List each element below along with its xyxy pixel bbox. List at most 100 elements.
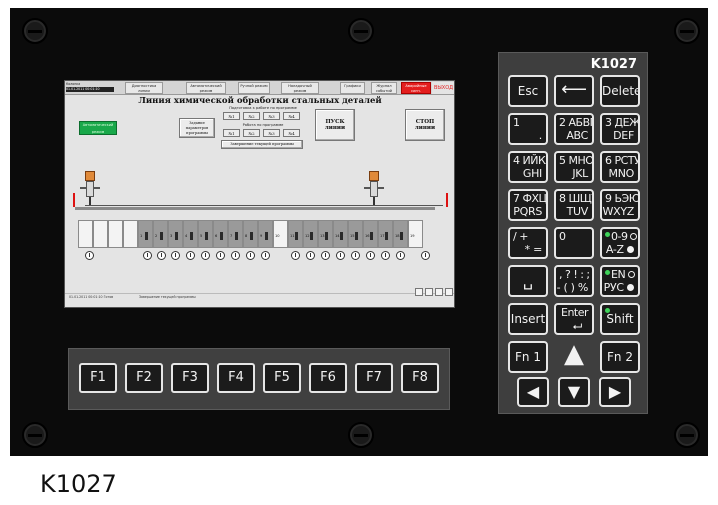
operator-key[interactable]: / + * = <box>508 227 548 259</box>
insert-label: Insert <box>510 312 546 326</box>
fn2-label: Fn 2 <box>607 350 633 364</box>
operator-panel: Колонка 01.01.2011 00:01:10 Диагностика … <box>10 8 708 456</box>
punctuation-key[interactable]: , ? ! : ; - ( ) % <box>554 265 594 297</box>
screw-icon <box>22 18 48 44</box>
status-line1: Колонка <box>66 82 81 86</box>
language-key[interactable]: EN РУС <box>600 265 640 297</box>
screen-icon-2[interactable] <box>425 288 433 296</box>
tank-11[interactable]: 11 <box>288 220 303 248</box>
tank-1[interactable]: 1 <box>138 220 153 248</box>
tank-3[interactable]: 3 <box>168 220 183 248</box>
tank-14[interactable]: 14 <box>333 220 348 248</box>
keypad-panel: K1027 Esc ⟵ Delete 1. 2 АБВГABC 3 ДЕЖЗDE… <box>498 52 648 414</box>
tank-18[interactable]: 18 <box>393 220 408 248</box>
key-9-bottom: WXYZ <box>602 205 635 218</box>
key-2[interactable]: 2 АБВГ ABC <box>554 113 594 145</box>
stop-line-button[interactable]: СТОП линии <box>405 109 445 141</box>
screen-icon-4[interactable] <box>445 288 453 296</box>
tank-number: 19 <box>410 234 415 238</box>
key-8-bottom: TUV <box>566 205 589 218</box>
prep-program-3[interactable]: №3 <box>263 112 280 120</box>
tab-diagnostics[interactable]: Диагностика линии <box>125 82 163 94</box>
filled-circle-icon <box>627 284 634 291</box>
tank-10[interactable]: 10 <box>273 220 288 248</box>
tank-level-indicator <box>370 232 373 240</box>
left-arrow-key[interactable]: ◀ <box>517 377 549 407</box>
tab-auto-mode[interactable]: Автоматический режим <box>186 82 226 94</box>
tank-12[interactable]: 12 <box>303 220 318 248</box>
line-end-marker <box>73 193 75 207</box>
tank-6[interactable]: 6 <box>213 220 228 248</box>
tab-manual-mode[interactable]: Ручной режим <box>238 82 270 94</box>
key-5-bottom: JKL <box>572 167 588 180</box>
prep-program-1[interactable]: №1 <box>223 112 240 120</box>
key-6[interactable]: 6 РСТУ MNO <box>600 151 640 183</box>
gauge-icon <box>351 251 360 260</box>
exit-button[interactable]: ВЫХОД <box>432 82 454 94</box>
key-0[interactable]: 0 <box>554 227 594 259</box>
key-3[interactable]: 3 ДЕЖЗDEF <box>600 113 640 145</box>
status-datetime: 01.01.2011 00:01:10 <box>66 87 114 92</box>
tank-9[interactable]: 9 <box>258 220 273 248</box>
fn1-key[interactable]: Fn 1 <box>508 341 548 373</box>
work-program-2[interactable]: №2 <box>243 129 260 137</box>
tank-8[interactable]: 8 <box>243 220 258 248</box>
tank-5[interactable]: 5 <box>198 220 213 248</box>
prep-program-4[interactable]: №4 <box>283 112 300 120</box>
tank-17[interactable]: 17 <box>378 220 393 248</box>
f8-key[interactable]: F8 <box>401 363 439 393</box>
key-1[interactable]: 1. <box>508 113 548 145</box>
key-5[interactable]: 5 МНОПJKL <box>554 151 594 183</box>
screen-icon-1[interactable] <box>415 288 423 296</box>
delete-key[interactable]: Delete <box>600 75 640 107</box>
tank-row: 1 2 3 4 5 6 7 8 9 10 11 12 13 14 15 16 17 18 19 <box>78 220 448 249</box>
work-program-1[interactable]: №1 <box>223 129 240 137</box>
space-key[interactable]: ␣ <box>508 265 548 297</box>
key-2-bottom: ABC <box>566 129 588 142</box>
key-6-top: 6 РСТУ <box>605 154 640 167</box>
up-arrow-key[interactable]: ▲ <box>554 341 594 373</box>
work-program-4[interactable]: №4 <box>283 129 300 137</box>
down-arrow-key[interactable]: ▼ <box>558 377 590 407</box>
key-4[interactable]: 4 ИЙКЛGHI <box>508 151 548 183</box>
operator-key-top: / + <box>513 230 528 243</box>
key-8[interactable]: 8 ШЩЪЫTUV <box>554 189 594 221</box>
shift-key[interactable]: Shift <box>600 303 640 335</box>
f2-key[interactable]: F2 <box>125 363 163 393</box>
f3-key[interactable]: F3 <box>171 363 209 393</box>
f7-key[interactable]: F7 <box>355 363 393 393</box>
tab-event-log[interactable]: Журнал событий <box>371 82 397 94</box>
tab-setup-mode[interactable]: Наладочный режим <box>281 82 319 94</box>
tab-alarms[interactable]: Аварийные сигн. <box>401 82 431 94</box>
key-7[interactable]: 7 ФХЦЧPQRS <box>508 189 548 221</box>
circle-icon <box>630 233 638 240</box>
f1-key[interactable]: F1 <box>79 363 117 393</box>
right-arrow-key[interactable]: ▶ <box>599 377 631 407</box>
tank-16[interactable]: 16 <box>363 220 378 248</box>
insert-key[interactable]: Insert <box>508 303 548 335</box>
fn2-key[interactable]: Fn 2 <box>600 341 640 373</box>
key-9[interactable]: 9 ЬЭЮЯWXYZ <box>600 189 640 221</box>
esc-key[interactable]: Esc <box>508 75 548 107</box>
screen-icon-3[interactable] <box>435 288 443 296</box>
function-key-panel: F1 F2 F3 F4 F5 F6 F7 F8 <box>68 348 450 410</box>
tank-19[interactable]: 19 <box>408 220 423 248</box>
tank-15[interactable]: 15 <box>348 220 363 248</box>
work-program-3[interactable]: №3 <box>263 129 280 137</box>
tank-7[interactable]: 7 <box>228 220 243 248</box>
tank-4[interactable]: 4 <box>183 220 198 248</box>
enter-key[interactable]: Enter ⮠ <box>554 303 594 335</box>
finish-program-button[interactable]: Завершение текущей программы <box>221 140 303 149</box>
tank-13[interactable]: 13 <box>318 220 333 248</box>
prep-program-2[interactable]: №2 <box>243 112 260 120</box>
f6-key[interactable]: F6 <box>309 363 347 393</box>
tab-graphs[interactable]: Графики <box>340 82 365 94</box>
task-params-button[interactable]: Задание параметров программы <box>179 118 215 138</box>
input-mode-key[interactable]: 0-9 A-Z <box>600 227 640 259</box>
f4-key[interactable]: F4 <box>217 363 255 393</box>
backspace-key[interactable]: ⟵ <box>554 75 594 107</box>
f5-key[interactable]: F5 <box>263 363 301 393</box>
start-line-button[interactable]: ПУСК линии <box>315 109 355 141</box>
gauge-icon <box>306 251 315 260</box>
tank-2[interactable]: 2 <box>153 220 168 248</box>
